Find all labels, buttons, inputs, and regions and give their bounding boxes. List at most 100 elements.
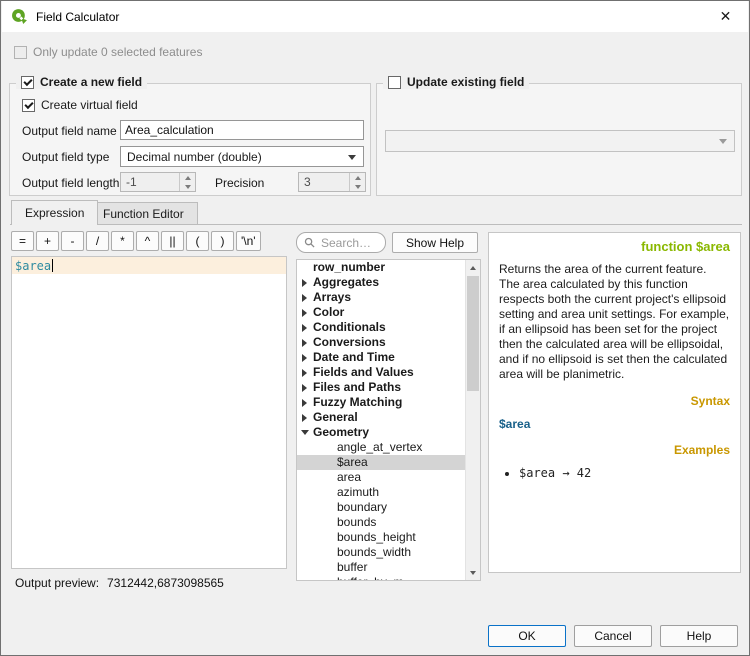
collapsed-arrow-icon xyxy=(302,324,307,332)
only-update-label: Only update 0 selected features xyxy=(33,45,202,59)
tree-item-boundary[interactable]: boundary xyxy=(297,500,480,515)
qgis-logo-icon xyxy=(11,8,28,25)
output-preview-label: Output preview: xyxy=(15,576,99,590)
tree-group-general[interactable]: General xyxy=(297,410,480,425)
tab-expression[interactable]: Expression xyxy=(11,200,98,225)
precision-value: 3 xyxy=(304,175,311,189)
tree-item-area-variable[interactable]: $area xyxy=(297,455,480,470)
field-calculator-dialog: Field Calculator ✕ Only update 0 selecte… xyxy=(0,0,750,656)
output-preview: Output preview: 7312442,6873098565 xyxy=(15,576,224,590)
create-new-field-checkbox[interactable] xyxy=(21,76,34,89)
title-bar: Field Calculator ✕ xyxy=(2,1,748,32)
collapsed-arrow-icon xyxy=(302,414,307,422)
collapsed-arrow-icon xyxy=(302,339,307,347)
help-syntax-value: $area xyxy=(499,417,730,431)
existing-field-select[interactable] xyxy=(385,130,735,152)
output-field-type-label: Output field type xyxy=(22,150,109,164)
spin-up-icon[interactable] xyxy=(350,173,365,182)
output-field-name-input[interactable] xyxy=(120,120,364,140)
collapsed-arrow-icon xyxy=(302,279,307,287)
operator-minus-button[interactable]: - xyxy=(61,231,84,251)
help-description: Returns the area of the current feature.… xyxy=(499,262,730,382)
create-virtual-field-label: Create virtual field xyxy=(41,98,138,112)
output-field-length-stepper[interactable]: -1 xyxy=(120,172,196,192)
operator-plus-button[interactable]: + xyxy=(36,231,59,251)
tree-item-bounds-width[interactable]: bounds_width xyxy=(297,545,480,560)
expanded-arrow-icon xyxy=(301,430,309,435)
function-search-box[interactable] xyxy=(296,232,386,253)
tree-group-fuzzy-matching[interactable]: Fuzzy Matching xyxy=(297,395,480,410)
text-cursor-icon xyxy=(52,259,53,272)
update-existing-field-checkbox[interactable] xyxy=(388,76,401,89)
help-example-item: $area → 42 xyxy=(519,466,730,480)
output-field-type-select[interactable]: Decimal number (double) xyxy=(120,146,364,167)
operator-close-paren-button[interactable]: ) xyxy=(211,231,234,251)
spinner-buttons[interactable] xyxy=(179,173,195,191)
operator-toolbar: = + - / * ^ || ( ) '\n' xyxy=(11,231,261,251)
tab-function-editor[interactable]: Function Editor xyxy=(89,202,198,225)
tree-item-bounds[interactable]: bounds xyxy=(297,515,480,530)
create-new-field-header: Create a new field xyxy=(16,75,147,89)
operator-concat-button[interactable]: || xyxy=(161,231,184,251)
output-field-length-label: Output field length xyxy=(22,176,119,190)
tree-item-area[interactable]: area xyxy=(297,470,480,485)
tree-item-bounds-height[interactable]: bounds_height xyxy=(297,530,480,545)
tree-group-arrays[interactable]: Arrays xyxy=(297,290,480,305)
scroll-down-icon[interactable] xyxy=(466,565,480,580)
tree-scrollbar[interactable] xyxy=(465,260,480,580)
tree-item-azimuth[interactable]: azimuth xyxy=(297,485,480,500)
tree-group-color[interactable]: Color xyxy=(297,305,480,320)
scrollbar-thumb[interactable] xyxy=(467,276,479,391)
output-field-type-value: Decimal number (double) xyxy=(127,150,262,164)
spin-down-icon[interactable] xyxy=(180,182,195,191)
help-examples-heading: Examples xyxy=(499,443,730,457)
help-button[interactable]: Help xyxy=(660,625,738,647)
show-help-button[interactable]: Show Help xyxy=(392,232,478,253)
output-preview-value: 7312442,6873098565 xyxy=(107,576,224,590)
tree-item-buffer-by-m[interactable]: buffer_by_m xyxy=(297,575,480,581)
tree-item-angle-at-vertex[interactable]: angle_at_vertex xyxy=(297,440,480,455)
expression-editor[interactable]: $area xyxy=(11,256,287,569)
current-line-highlight: $area xyxy=(12,257,286,274)
tree-item-row-number[interactable]: row_number xyxy=(297,260,480,275)
operator-divide-button[interactable]: / xyxy=(86,231,109,251)
operator-open-paren-button[interactable]: ( xyxy=(186,231,209,251)
cancel-button[interactable]: Cancel xyxy=(574,625,652,647)
window-title: Field Calculator xyxy=(36,10,119,24)
tree-item-buffer[interactable]: buffer xyxy=(297,560,480,575)
tree-group-conditionals[interactable]: Conditionals xyxy=(297,320,480,335)
spinner-buttons[interactable] xyxy=(349,173,365,191)
checkbox-icon xyxy=(14,46,27,59)
operator-equals-button[interactable]: = xyxy=(11,231,34,251)
collapsed-arrow-icon xyxy=(302,354,307,362)
function-help-panel: function $area Returns the area of the c… xyxy=(488,232,741,573)
operator-newline-button[interactable]: '\n' xyxy=(236,231,261,251)
expression-text: $area xyxy=(15,259,51,273)
search-input[interactable] xyxy=(319,235,378,251)
tree-group-files-and-paths[interactable]: Files and Paths xyxy=(297,380,480,395)
chevron-down-icon xyxy=(348,155,356,160)
operator-multiply-button[interactable]: * xyxy=(111,231,134,251)
help-heading: function $area xyxy=(499,239,730,254)
tree-group-conversions[interactable]: Conversions xyxy=(297,335,480,350)
scroll-up-icon[interactable] xyxy=(466,260,480,275)
tree-group-fields-and-values[interactable]: Fields and Values xyxy=(297,365,480,380)
chevron-down-icon xyxy=(719,139,727,144)
search-icon xyxy=(304,237,315,248)
operator-power-button[interactable]: ^ xyxy=(136,231,159,251)
precision-stepper[interactable]: 3 xyxy=(298,172,366,192)
function-tree: row_number Aggregates Arrays Color Condi… xyxy=(296,259,481,581)
only-update-selected-checkbox[interactable]: Only update 0 selected features xyxy=(14,45,202,59)
ok-button[interactable]: OK xyxy=(488,625,566,647)
close-button[interactable]: ✕ xyxy=(703,1,748,32)
tree-group-aggregates[interactable]: Aggregates xyxy=(297,275,480,290)
spin-up-icon[interactable] xyxy=(180,173,195,182)
create-new-field-label: Create a new field xyxy=(40,75,142,89)
tree-group-geometry[interactable]: Geometry xyxy=(297,425,480,440)
collapsed-arrow-icon xyxy=(302,384,307,392)
update-existing-field-header: Update existing field xyxy=(383,75,529,89)
create-virtual-field-checkbox[interactable]: Create virtual field xyxy=(22,98,138,112)
spin-down-icon[interactable] xyxy=(350,182,365,191)
collapsed-arrow-icon xyxy=(302,309,307,317)
tree-group-date-and-time[interactable]: Date and Time xyxy=(297,350,480,365)
